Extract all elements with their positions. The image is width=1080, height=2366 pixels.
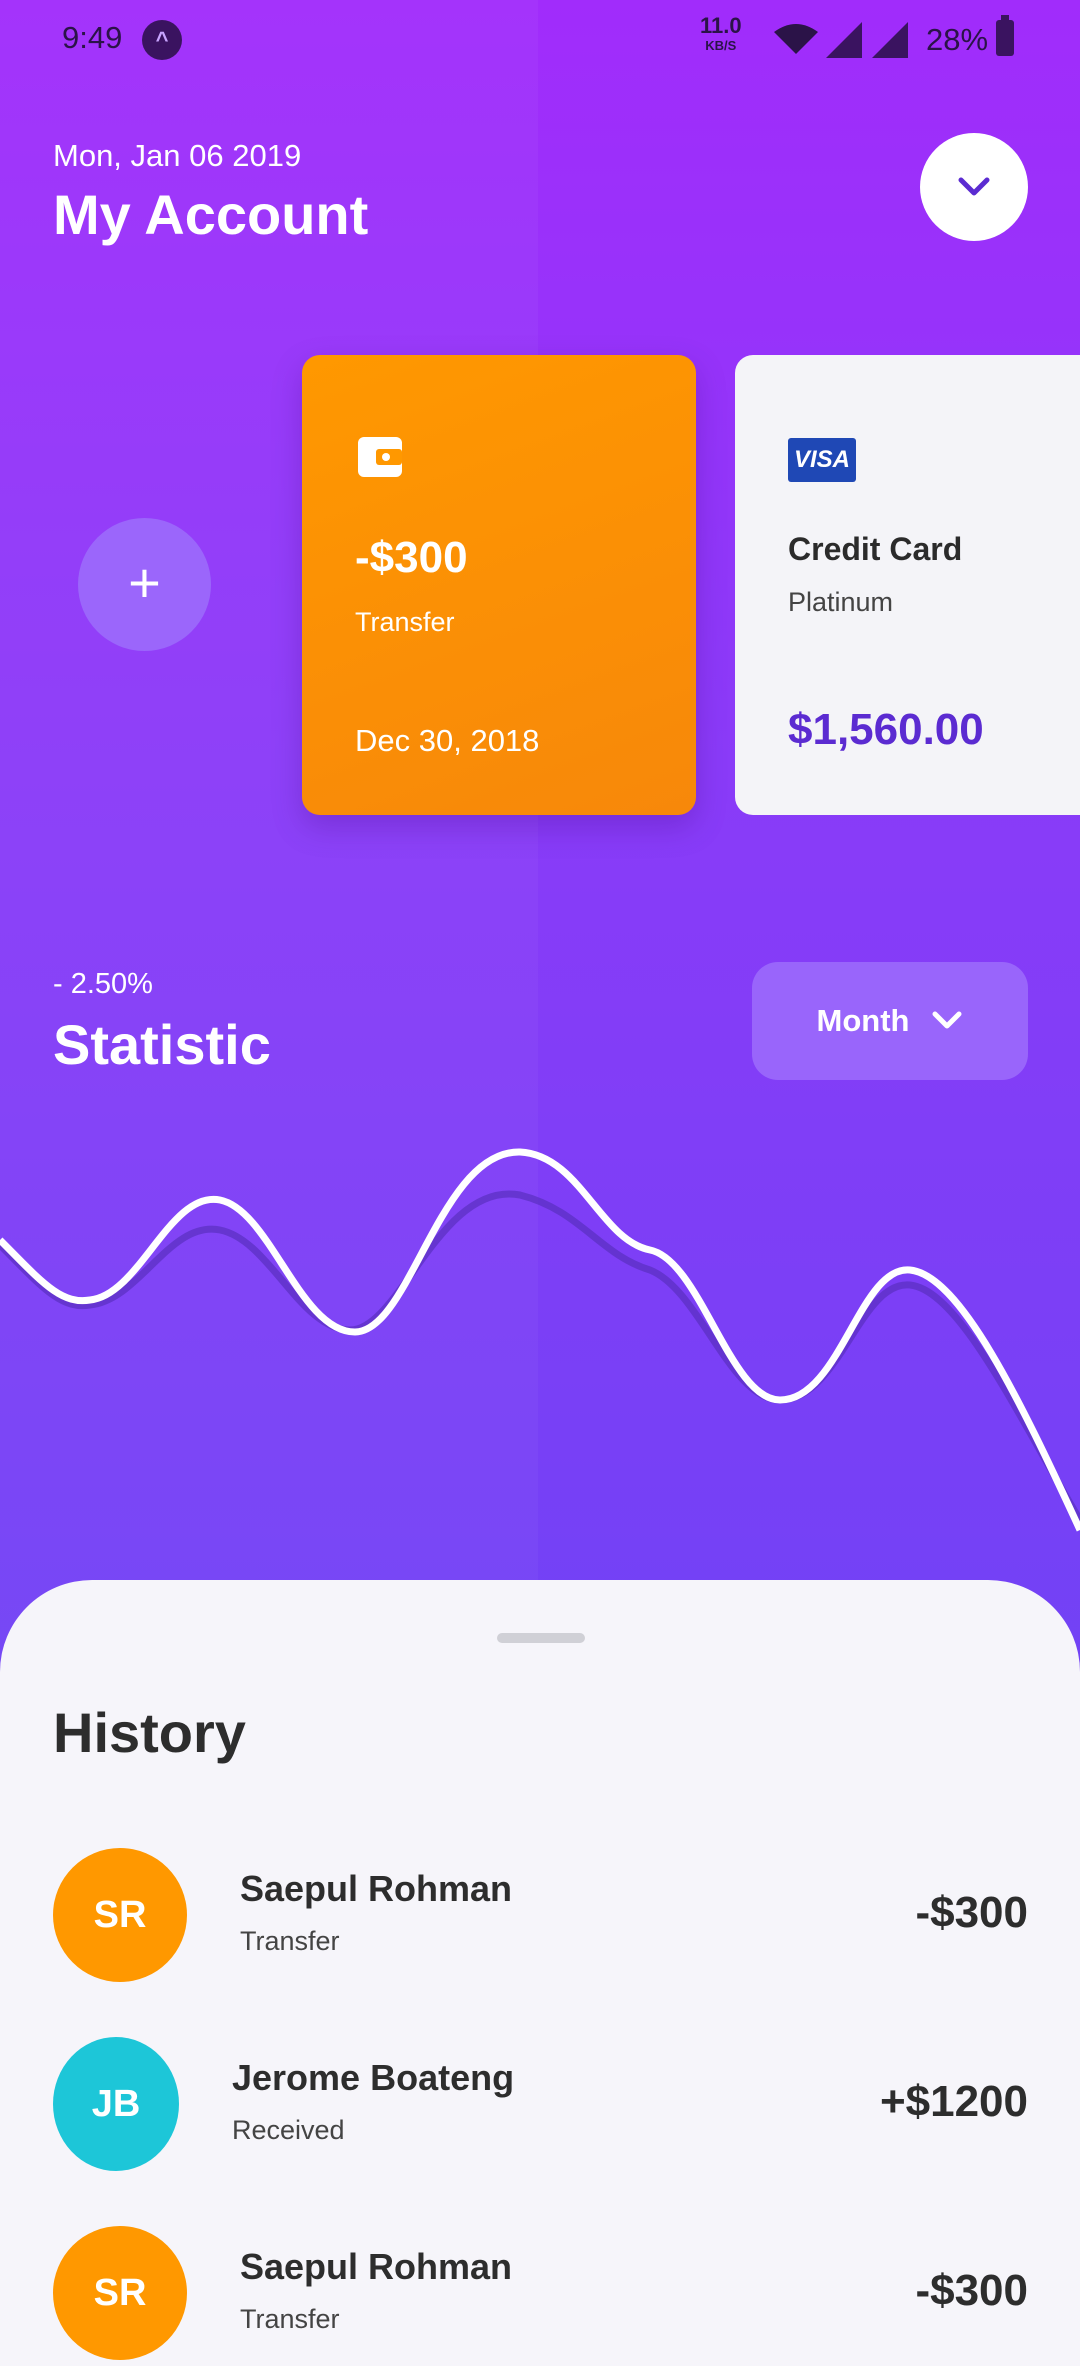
- battery-percent: 28%: [926, 22, 989, 57]
- history-item-amount: -$300: [915, 2266, 1028, 2315]
- history-item-amount: -$300: [915, 1888, 1028, 1937]
- history-item[interactable]: JB Jerome Boateng Received +$1200: [0, 2037, 1080, 2177]
- chevron-down-icon: [958, 177, 990, 196]
- history-item-type: Received: [232, 2115, 345, 2145]
- plus-icon: +: [128, 551, 161, 614]
- signal-icon-2: [872, 22, 908, 58]
- history-item-name: Saepul Rohman: [240, 2246, 513, 2287]
- sheet-drag-handle[interactable]: [497, 1633, 585, 1643]
- avatar: JB: [53, 2037, 179, 2171]
- card-tier: Platinum: [788, 587, 894, 617]
- signal-icon: [826, 22, 862, 58]
- credit-card[interactable]: VISA Credit Card Platinum $1,560.00: [735, 355, 1080, 815]
- avatar: SR: [53, 1848, 187, 1982]
- wifi-icon: [774, 24, 818, 54]
- history-item-type: Transfer: [240, 2304, 340, 2334]
- battery-icon: [996, 15, 1014, 56]
- network-speed-value: 11.0: [700, 13, 742, 38]
- history-item[interactable]: SR Saepul Rohman Transfer -$300: [0, 1848, 1080, 1988]
- account-dropdown-button[interactable]: [920, 133, 1028, 241]
- transfer-amount: -$300: [355, 533, 468, 582]
- statistic-title: Statistic: [53, 1013, 271, 1076]
- history-title: History: [53, 1701, 246, 1764]
- chevron-down-icon: [932, 1011, 962, 1029]
- card-title: Credit Card: [788, 531, 963, 567]
- period-select-button[interactable]: Month: [752, 962, 1028, 1080]
- current-date: Mon, Jan 06 2019: [53, 138, 302, 173]
- network-speed-unit: KB/S: [705, 38, 737, 53]
- statistic-change: - 2.50%: [53, 968, 153, 1000]
- history-item-amount: +$1200: [879, 2077, 1028, 2126]
- period-label: Month: [816, 1003, 910, 1038]
- network-speed: 11.0 KB/S: [700, 13, 742, 56]
- chart-line: [0, 1148, 1080, 1532]
- page-title: My Account: [53, 183, 369, 246]
- status-bar: 9:49 ^ 11.0 KB/S 28%: [0, 0, 1080, 80]
- history-item-type: Transfer: [240, 1926, 340, 1956]
- transfer-card[interactable]: -$300 Transfer Dec 30, 2018: [302, 355, 696, 815]
- history-item[interactable]: SR Saepul Rohman Transfer -$300: [0, 2226, 1080, 2366]
- app-notification-icon: ^: [142, 20, 182, 60]
- transfer-date: Dec 30, 2018: [355, 723, 540, 758]
- history-item-name: Jerome Boateng: [232, 2057, 515, 2098]
- transfer-label: Transfer: [355, 607, 455, 637]
- card-balance: $1,560.00: [788, 705, 984, 754]
- chart-shadow-line: [0, 1190, 1080, 1522]
- visa-logo: VISA: [788, 438, 856, 482]
- status-time: 9:49: [62, 20, 123, 55]
- statistic-chart: [0, 1148, 1080, 1532]
- wallet-icon: [358, 437, 402, 477]
- history-item-name: Saepul Rohman: [240, 1868, 513, 1909]
- add-card-button[interactable]: +: [78, 518, 211, 651]
